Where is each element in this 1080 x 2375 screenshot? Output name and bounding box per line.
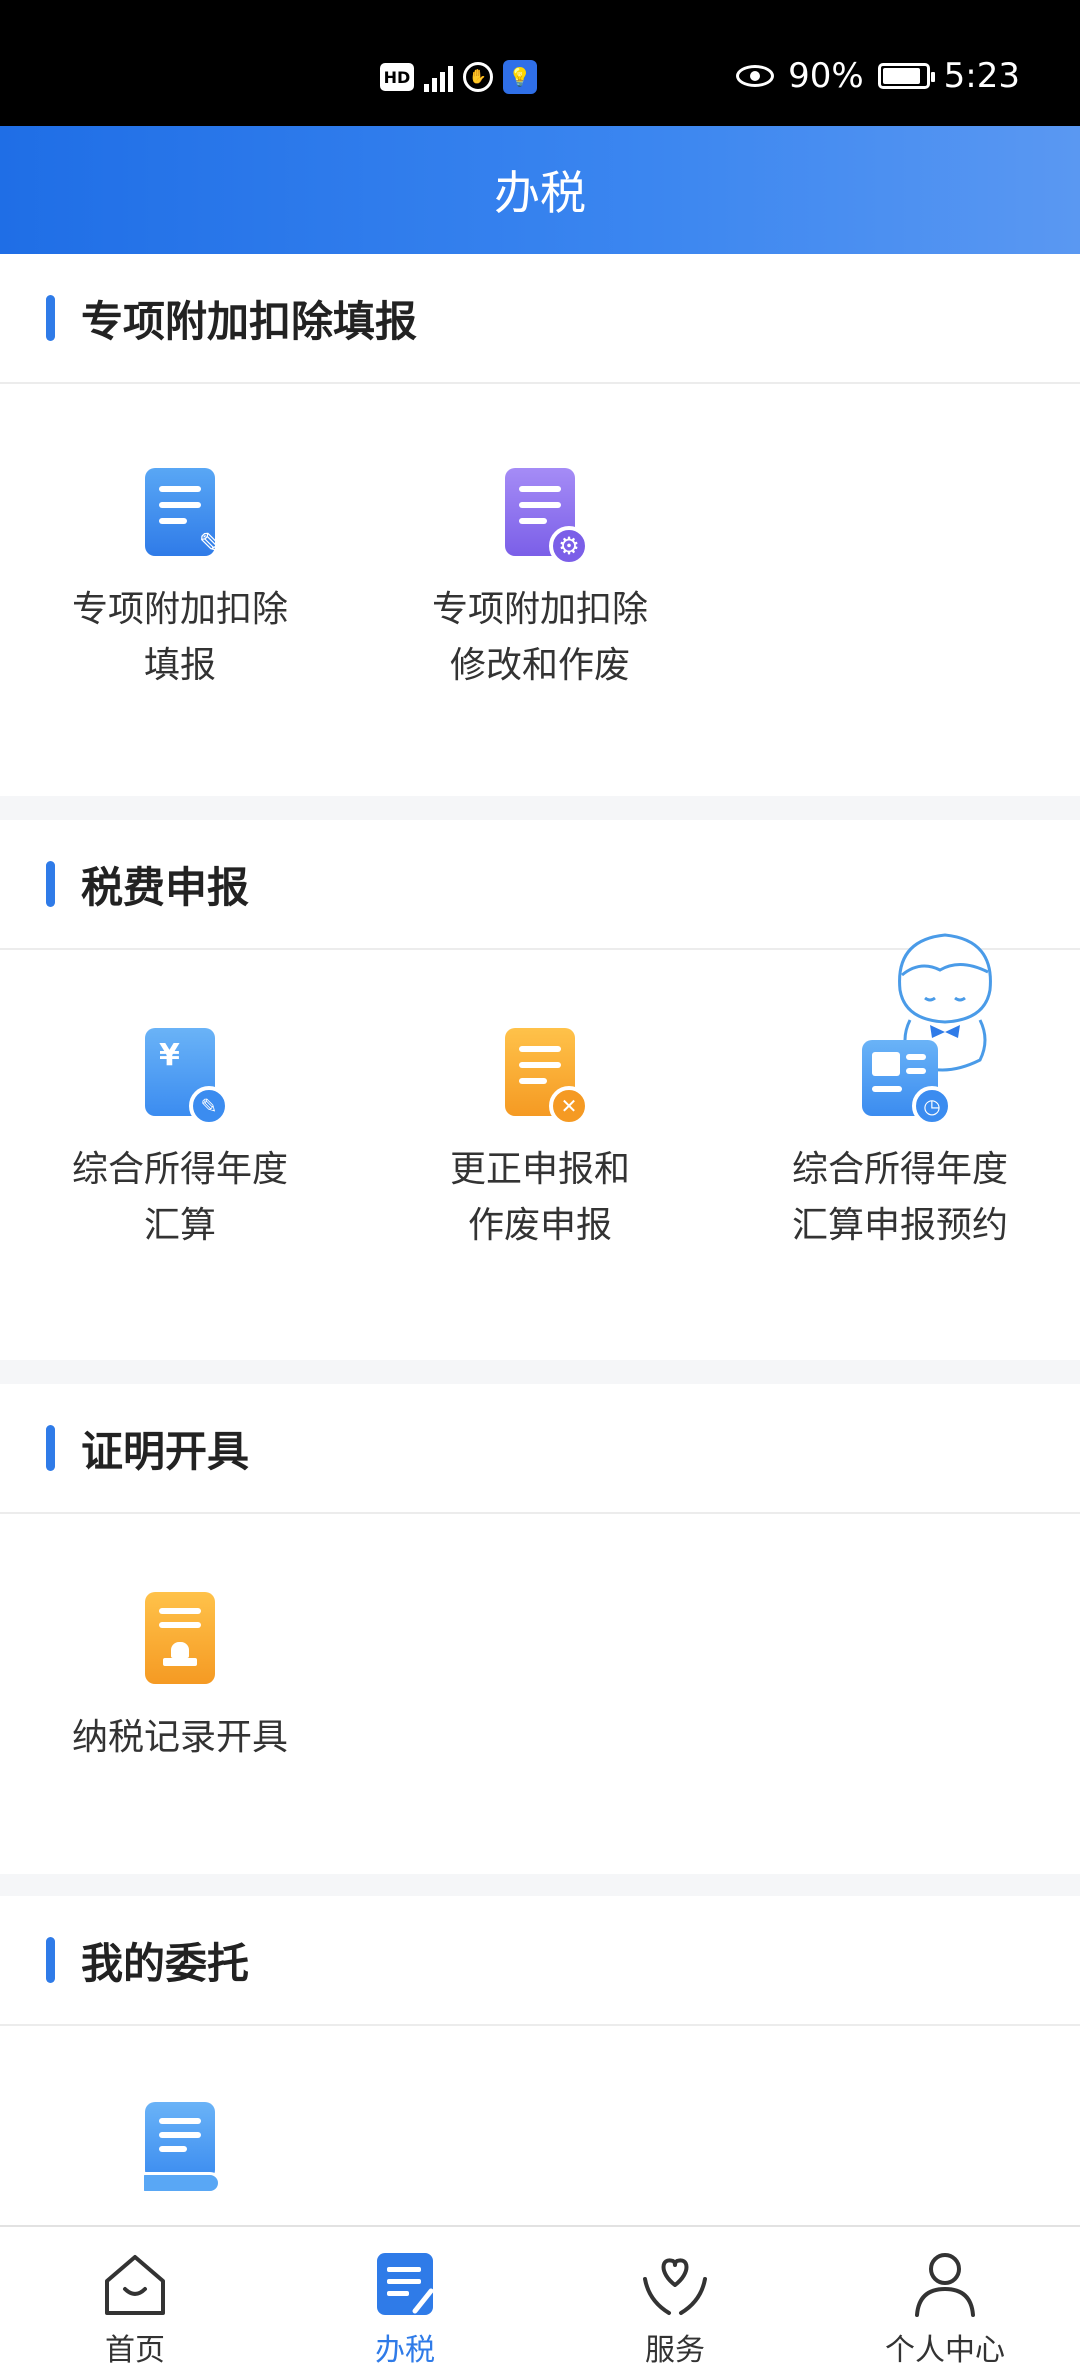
heart-hands-icon bbox=[643, 2258, 707, 2315]
cell-signal-icon bbox=[424, 62, 453, 92]
status-icons-right: 90% 5:23 bbox=[736, 56, 1020, 96]
battery-percent: 90% bbox=[788, 56, 864, 96]
document-hand-icon bbox=[141, 2102, 221, 2194]
section-header: 证明开具 bbox=[0, 1384, 1080, 1514]
tile-settlement-appointment[interactable]: ◷ 综合所得年度 汇算申报预约 bbox=[720, 1028, 1080, 1254]
document-settings-icon: ⚙ bbox=[505, 468, 589, 566]
tab-tax[interactable]: 办税 bbox=[270, 2227, 540, 2375]
section-title: 我的委托 bbox=[81, 1938, 250, 1988]
page-header: 办税 bbox=[0, 126, 1080, 254]
tab-label: 服务 bbox=[645, 2333, 705, 2368]
section-my-delegation: 我的委托 bbox=[0, 1896, 1080, 2226]
section-accent-bar bbox=[46, 1425, 55, 1471]
calendar-clock-icon: ◷ bbox=[862, 1040, 952, 1126]
section-special-deduction: 专项附加扣除填报 ✎ 专项附加扣除 填报 ⚙ 专项附加扣除 修改和作废 bbox=[0, 254, 1080, 796]
section-header: 我的委托 bbox=[0, 1896, 1080, 2026]
tab-label: 首页 bbox=[105, 2333, 165, 2368]
home-icon bbox=[105, 2255, 165, 2315]
hand-icon: ✋ bbox=[463, 62, 493, 92]
tile-label: 专项附加扣除 修改和作废 bbox=[431, 589, 648, 686]
section-accent-bar bbox=[46, 861, 55, 907]
tile-delegation[interactable] bbox=[0, 2102, 360, 2194]
tab-home[interactable]: 首页 bbox=[0, 2227, 270, 2375]
document-stamp-icon bbox=[145, 1592, 215, 1684]
section-header: 专项附加扣除填报 bbox=[0, 254, 1080, 384]
tile-label: 更正申报和 作废申报 bbox=[449, 1149, 630, 1246]
clock: 5:23 bbox=[943, 56, 1020, 96]
tab-profile[interactable]: 个人中心 bbox=[810, 2227, 1080, 2375]
section-title: 税费申报 bbox=[81, 862, 250, 912]
yuan-document-icon: ¥ ✎ bbox=[145, 1028, 229, 1126]
tile-annual-settlement[interactable]: ¥ ✎ 综合所得年度 汇算 bbox=[0, 1028, 360, 1254]
tile-correct-void-filing[interactable]: ✕ 更正申报和 作废申报 bbox=[360, 1028, 720, 1254]
status-icons-left: HD ✋ 💡 bbox=[380, 60, 537, 94]
tile-special-deduction-fill[interactable]: ✎ 专项附加扣除 填报 bbox=[0, 468, 360, 694]
tab-label: 个人中心 bbox=[885, 2333, 1005, 2368]
section-tax-filing: 税费申报 ¥ ✎ 综合所得年度 汇算 ✕ 更正申报和 作废申报 ◷ 综合所得年度… bbox=[0, 820, 1080, 1360]
person-icon bbox=[915, 2253, 975, 2317]
section-title: 专项附加扣除填报 bbox=[81, 296, 418, 346]
tab-service[interactable]: 服务 bbox=[540, 2227, 810, 2375]
tab-label: 办税 bbox=[375, 2333, 435, 2368]
tile-label: 纳税记录开具 bbox=[71, 1717, 288, 1758]
tile-label: 专项附加扣除 填报 bbox=[71, 589, 288, 686]
tile-tax-record[interactable]: 纳税记录开具 bbox=[0, 1592, 360, 1766]
bottom-tab-bar: 首页 办税 服务 个人中心 bbox=[0, 2225, 1080, 2375]
status-bar: HD ✋ 💡 90% 5:23 bbox=[0, 0, 1080, 126]
section-accent-bar bbox=[46, 295, 55, 341]
battery-icon bbox=[877, 63, 935, 89]
tile-label: 综合所得年度 汇算 bbox=[71, 1149, 288, 1246]
section-certificate: 证明开具 纳税记录开具 bbox=[0, 1384, 1080, 1874]
hd-icon: HD bbox=[380, 63, 414, 91]
section-title: 证明开具 bbox=[81, 1426, 250, 1476]
tile-special-deduction-modify[interactable]: ⚙ 专项附加扣除 修改和作废 bbox=[360, 468, 720, 694]
document-edit-icon: ✎ bbox=[145, 468, 224, 562]
eye-comfort-icon bbox=[736, 65, 775, 87]
page-title: 办税 bbox=[494, 166, 586, 220]
tile-label: 综合所得年度 汇算申报预约 bbox=[791, 1149, 1008, 1246]
document-cancel-icon: ✕ bbox=[505, 1028, 589, 1126]
lightbulb-icon: 💡 bbox=[503, 60, 537, 94]
tax-document-icon bbox=[377, 2253, 434, 2315]
section-accent-bar bbox=[46, 1937, 55, 1983]
